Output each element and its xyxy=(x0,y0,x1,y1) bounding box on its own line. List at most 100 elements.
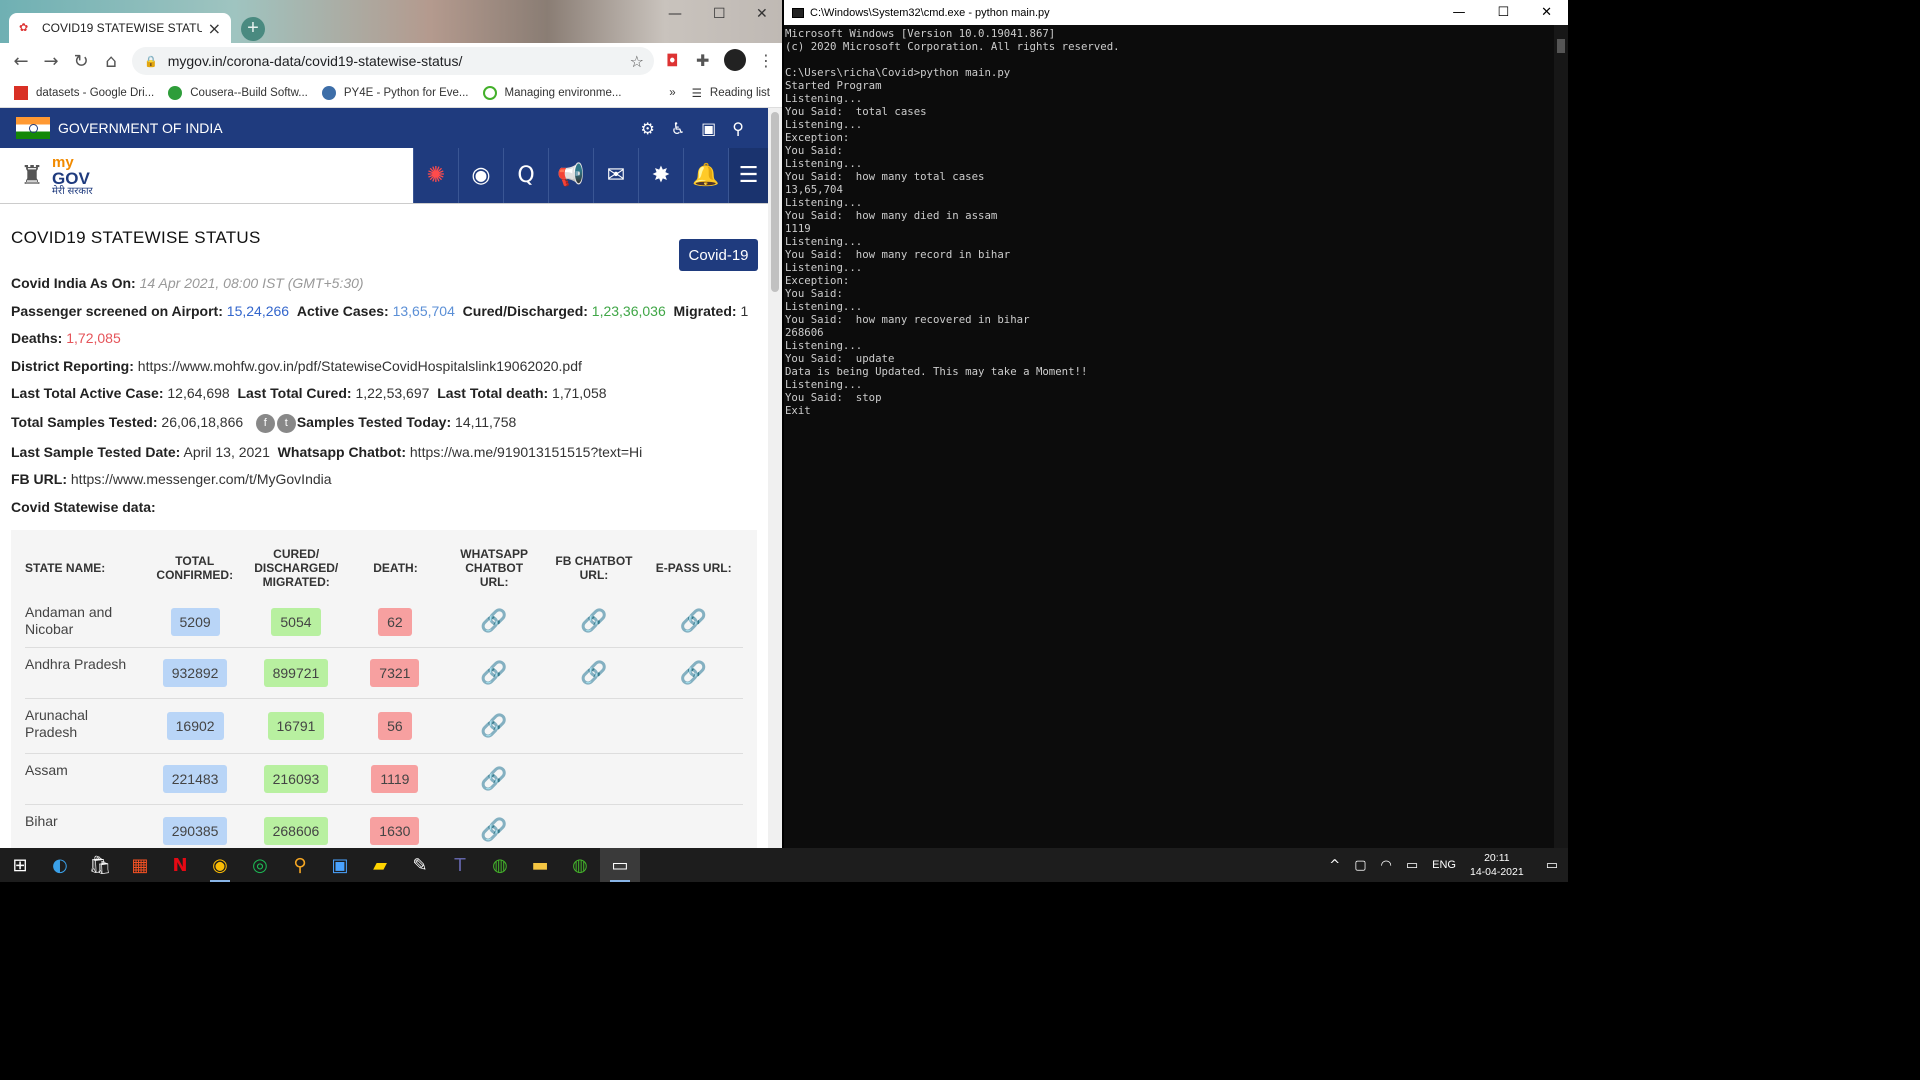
address-url: mygov.in/corona-data/covid19-statewise-s… xyxy=(167,53,463,69)
tab-strip: ✿ COVID19 STATEWISE STATUS | MyGo × + — … xyxy=(0,0,782,43)
network-icon[interactable]: ✸ xyxy=(638,148,683,203)
announcement-icon[interactable]: 📢 xyxy=(548,148,593,203)
start-windows-icon[interactable]: ⊞ xyxy=(0,848,40,882)
search-magnifier-icon[interactable]: ⚲ xyxy=(280,848,320,882)
nav-icons: ✺ ◉ Q 📢 ✉ ✸ 🔔 ☰ xyxy=(413,148,768,203)
notification-center-icon[interactable]: ▭ xyxy=(1546,858,1558,873)
minimize-icon[interactable]: — xyxy=(668,6,682,22)
table-row: Andhra Pradesh 932892 899721 7321 🔗 🔗 🔗 xyxy=(25,648,743,699)
last-totals-line: Last Total Active Case: 12,64,698 Last T… xyxy=(11,385,607,401)
fb-link[interactable]: https://www.messenger.com/t/MyGovIndia xyxy=(71,471,332,487)
pocket-extension-icon[interactable]: ◘ xyxy=(666,51,679,70)
whatsapp-link[interactable]: https://wa.me/919013151515?text=Hi xyxy=(410,444,642,460)
reading-list-button[interactable]: ☰ Reading list xyxy=(692,86,770,100)
death-value: 1630 xyxy=(370,816,420,845)
anaconda-icon[interactable]: ◍ xyxy=(480,848,520,882)
virus-icon[interactable]: ✺ xyxy=(413,148,458,203)
whatsapp-link-icon[interactable]: 🔗 xyxy=(480,714,507,739)
bookmark-datasets[interactable]: datasets - Google Dri... xyxy=(14,86,154,100)
store-icon[interactable]: 🛍 xyxy=(80,848,120,882)
chrome-icon[interactable]: ◉ xyxy=(200,848,240,882)
browser-menu-icon[interactable]: ⋮ xyxy=(758,51,774,70)
spotify-icon[interactable]: ◎ xyxy=(240,848,280,882)
location-icon[interactable]: ⚲ xyxy=(732,119,744,138)
profile-avatar[interactable] xyxy=(724,49,746,71)
language-indicator[interactable]: ENG xyxy=(1432,859,1456,871)
browser-tab[interactable]: ✿ COVID19 STATEWISE STATUS | MyGo × xyxy=(9,13,231,43)
india-flag-icon xyxy=(16,117,50,139)
back-icon[interactable]: ← xyxy=(6,51,36,72)
twitter-icon[interactable]: t xyxy=(276,413,296,433)
cmd-line: Listening... xyxy=(785,300,863,313)
notification-bell-icon[interactable]: 🔔 xyxy=(683,148,728,203)
cmd-line: You Said: update xyxy=(785,352,895,365)
cmd-line: Listening... xyxy=(785,378,863,391)
file-explorer-icon[interactable]: ▬ xyxy=(520,848,560,882)
facebook-icon[interactable]: f xyxy=(255,413,275,433)
quiz-icon[interactable]: Q xyxy=(503,148,548,203)
epass-link-icon[interactable]: 🔗 xyxy=(680,609,707,634)
covid-19-button[interactable]: Covid-19 xyxy=(679,239,758,271)
wifi-icon[interactable]: ◠ xyxy=(1381,858,1392,873)
anaconda-navigator-icon[interactable]: ◍ xyxy=(560,848,600,882)
accessibility-icon[interactable]: ♿ xyxy=(671,119,685,138)
whatsapp-link-icon[interactable]: 🔗 xyxy=(480,818,507,843)
cmd-line: Data is being Updated. This may take a M… xyxy=(785,365,1088,378)
podcast-icon[interactable]: ◉ xyxy=(458,148,503,203)
close-window-icon[interactable]: ✕ xyxy=(756,6,768,22)
cmd-maximize-icon[interactable]: ☐ xyxy=(1497,5,1509,20)
bookmark-managing-env[interactable]: Managing environme... xyxy=(482,86,622,100)
sticky-notes-icon[interactable]: ▰ xyxy=(360,848,400,882)
reading-list-icon: ☰ xyxy=(691,86,702,100)
logo-mid: GOV xyxy=(52,168,90,188)
cmd-taskbar-icon[interactable]: ▭ xyxy=(600,848,640,882)
cmd-line: Listening... xyxy=(785,235,863,248)
cmd-scrollbar[interactable] xyxy=(1554,25,1568,848)
language-icon[interactable]: ⚙ xyxy=(640,119,654,138)
new-tab-button[interactable]: + xyxy=(241,17,265,41)
notepad-icon[interactable]: ▣ xyxy=(320,848,360,882)
battery-icon[interactable]: ▭ xyxy=(1406,858,1418,873)
fb-link-icon[interactable]: 🔗 xyxy=(580,609,607,634)
system-tray: ^ ▢ ◠ ▭ ENG 20:11 14-04-2021 ▭ xyxy=(1329,851,1568,879)
death-value: 7321 xyxy=(370,659,420,687)
epass-link-icon[interactable]: 🔗 xyxy=(680,661,707,686)
fb-link-icon[interactable]: 🔗 xyxy=(580,661,607,686)
netflix-icon[interactable]: N xyxy=(160,848,200,882)
table-row: Bihar 290385 268606 1630 🔗 xyxy=(25,805,743,848)
bookmark-star-icon[interactable]: ☆ xyxy=(630,52,644,71)
cmd-scrollbar-thumb[interactable] xyxy=(1557,39,1565,53)
clock[interactable]: 20:11 14-04-2021 xyxy=(1470,851,1524,879)
cmd-close-icon[interactable]: ✕ xyxy=(1541,5,1552,20)
hamburger-menu-icon[interactable]: ☰ xyxy=(728,148,768,203)
mail-icon[interactable]: ✉ xyxy=(593,148,638,203)
mygov-logo[interactable]: my GOV मेरी सरकार xyxy=(52,148,112,203)
page-scrollbar[interactable] xyxy=(768,108,782,848)
teams-icon[interactable]: T xyxy=(440,848,480,882)
scrollbar-thumb[interactable] xyxy=(771,112,779,292)
pen-icon[interactable]: ✎ xyxy=(400,848,440,882)
meet-now-icon[interactable]: ▢ xyxy=(1354,858,1366,873)
close-tab-icon[interactable]: × xyxy=(208,19,221,38)
whatsapp-link-icon[interactable]: 🔗 xyxy=(480,661,507,686)
cmd-minimize-icon[interactable]: — xyxy=(1452,5,1465,20)
more-bookmarks-button[interactable]: » xyxy=(669,87,675,99)
cmd-output[interactable]: Microsoft Windows [Version 10.0.19041.86… xyxy=(784,25,1568,417)
address-bar[interactable]: 🔒 mygov.in/corona-data/covid19-statewise… xyxy=(132,47,654,75)
whatsapp-link-icon[interactable]: 🔗 xyxy=(480,767,507,792)
office-icon[interactable]: ▦ xyxy=(120,848,160,882)
bookmark-py4e[interactable]: PY4E - Python for Eve... xyxy=(321,86,469,100)
show-hidden-icons-icon[interactable]: ^ xyxy=(1329,858,1340,873)
sign-in-icon[interactable]: ▣ xyxy=(701,119,716,138)
district-link[interactable]: https://www.mohfw.gov.in/pdf/StatewiseCo… xyxy=(138,358,582,374)
maximize-icon[interactable]: ☐ xyxy=(713,6,726,22)
edge-icon[interactable]: ◐ xyxy=(40,848,80,882)
home-icon[interactable]: ⌂ xyxy=(96,51,126,72)
header-epass: E-PASS URL: xyxy=(655,561,732,575)
whatsapp-link-icon[interactable]: 🔗 xyxy=(480,609,507,634)
forward-icon[interactable]: → xyxy=(36,51,66,72)
bookmark-coursera[interactable]: Cousera--Build Softw... xyxy=(168,86,308,100)
lock-icon[interactable]: 🔒 xyxy=(144,55,158,68)
extensions-puzzle-icon[interactable]: ✚ xyxy=(696,51,709,70)
reload-icon[interactable]: ↻ xyxy=(66,51,96,72)
